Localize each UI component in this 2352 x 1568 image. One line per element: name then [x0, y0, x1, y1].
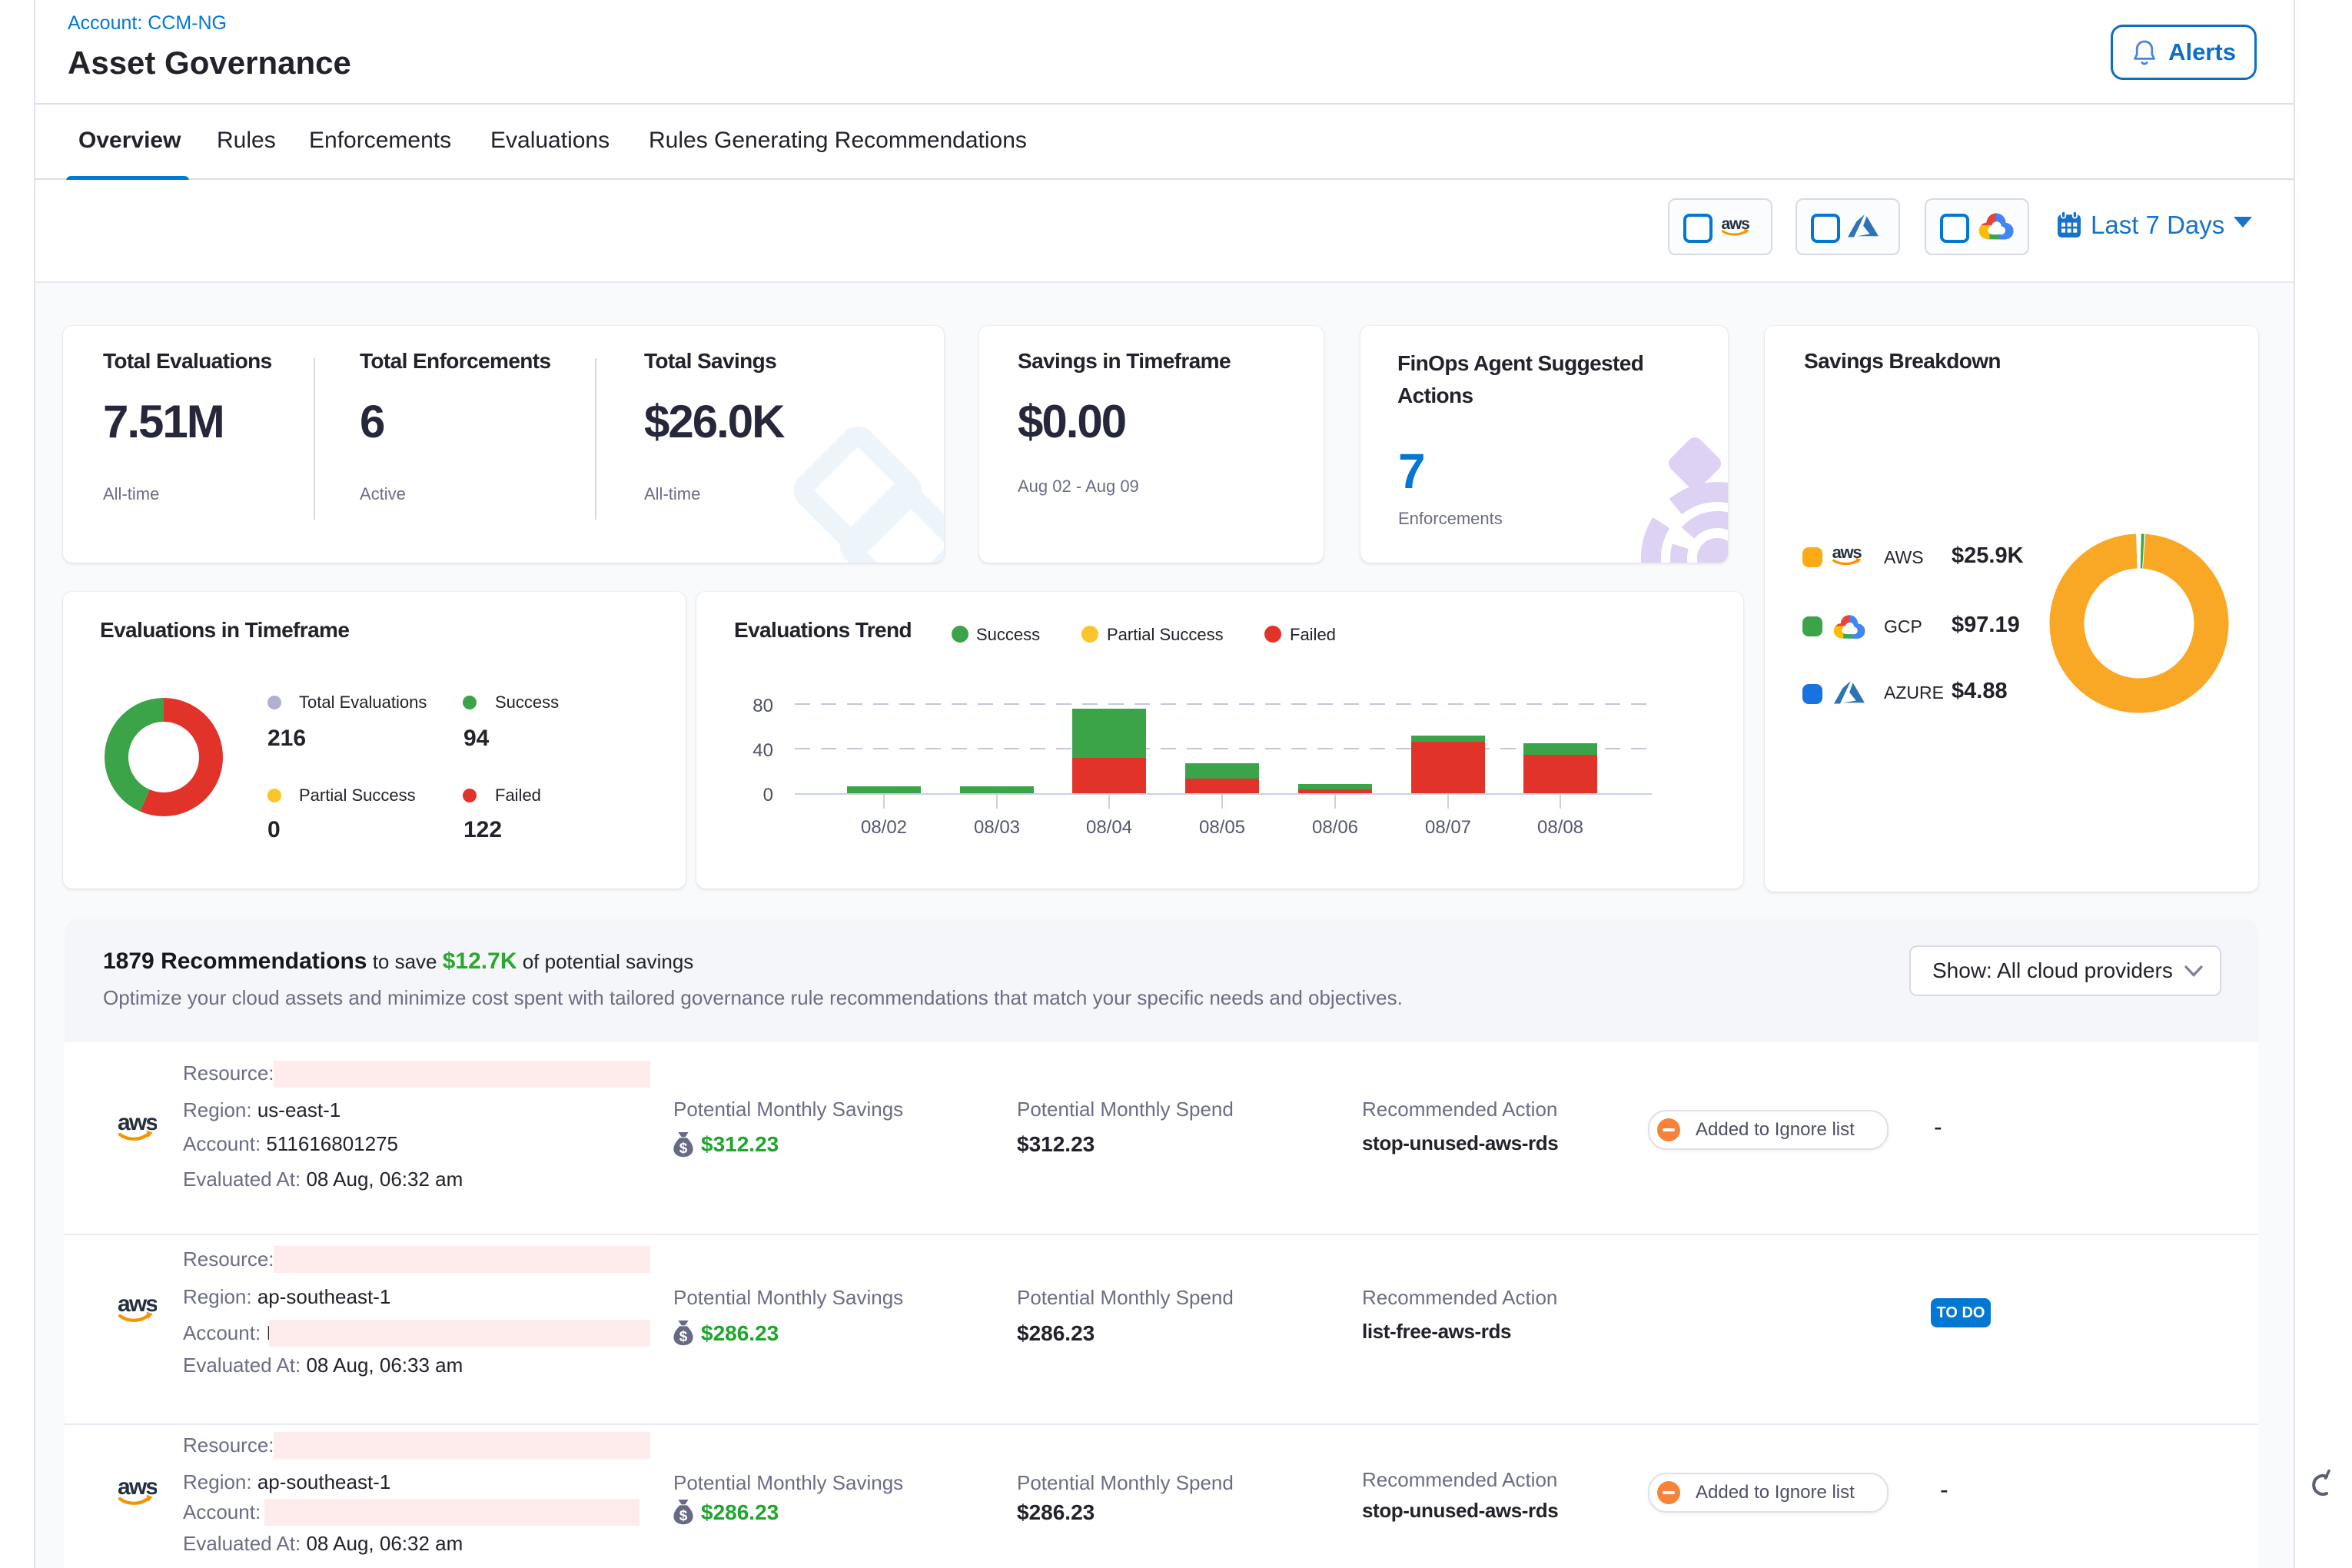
svg-text:aws: aws [118, 1291, 157, 1317]
svg-text:08/03: 08/03 [974, 817, 1020, 838]
svg-text:$: $ [679, 1329, 688, 1345]
svg-text:40: 40 [752, 740, 773, 761]
svg-text:08/05: 08/05 [1199, 817, 1245, 838]
svg-text:08/04: 08/04 [1086, 817, 1132, 838]
svg-text:aws: aws [118, 1474, 157, 1500]
svg-text:08/07: 08/07 [1425, 817, 1471, 838]
svg-text:$: $ [679, 1508, 688, 1524]
svg-text:08/08: 08/08 [1537, 817, 1583, 838]
svg-text:$: $ [679, 1141, 688, 1157]
svg-text:aws: aws [118, 1110, 157, 1135]
svg-text:0: 0 [763, 785, 773, 806]
svg-text:80: 80 [752, 696, 773, 716]
svg-text:08/06: 08/06 [1312, 817, 1358, 838]
svg-text:08/02: 08/02 [861, 817, 907, 838]
